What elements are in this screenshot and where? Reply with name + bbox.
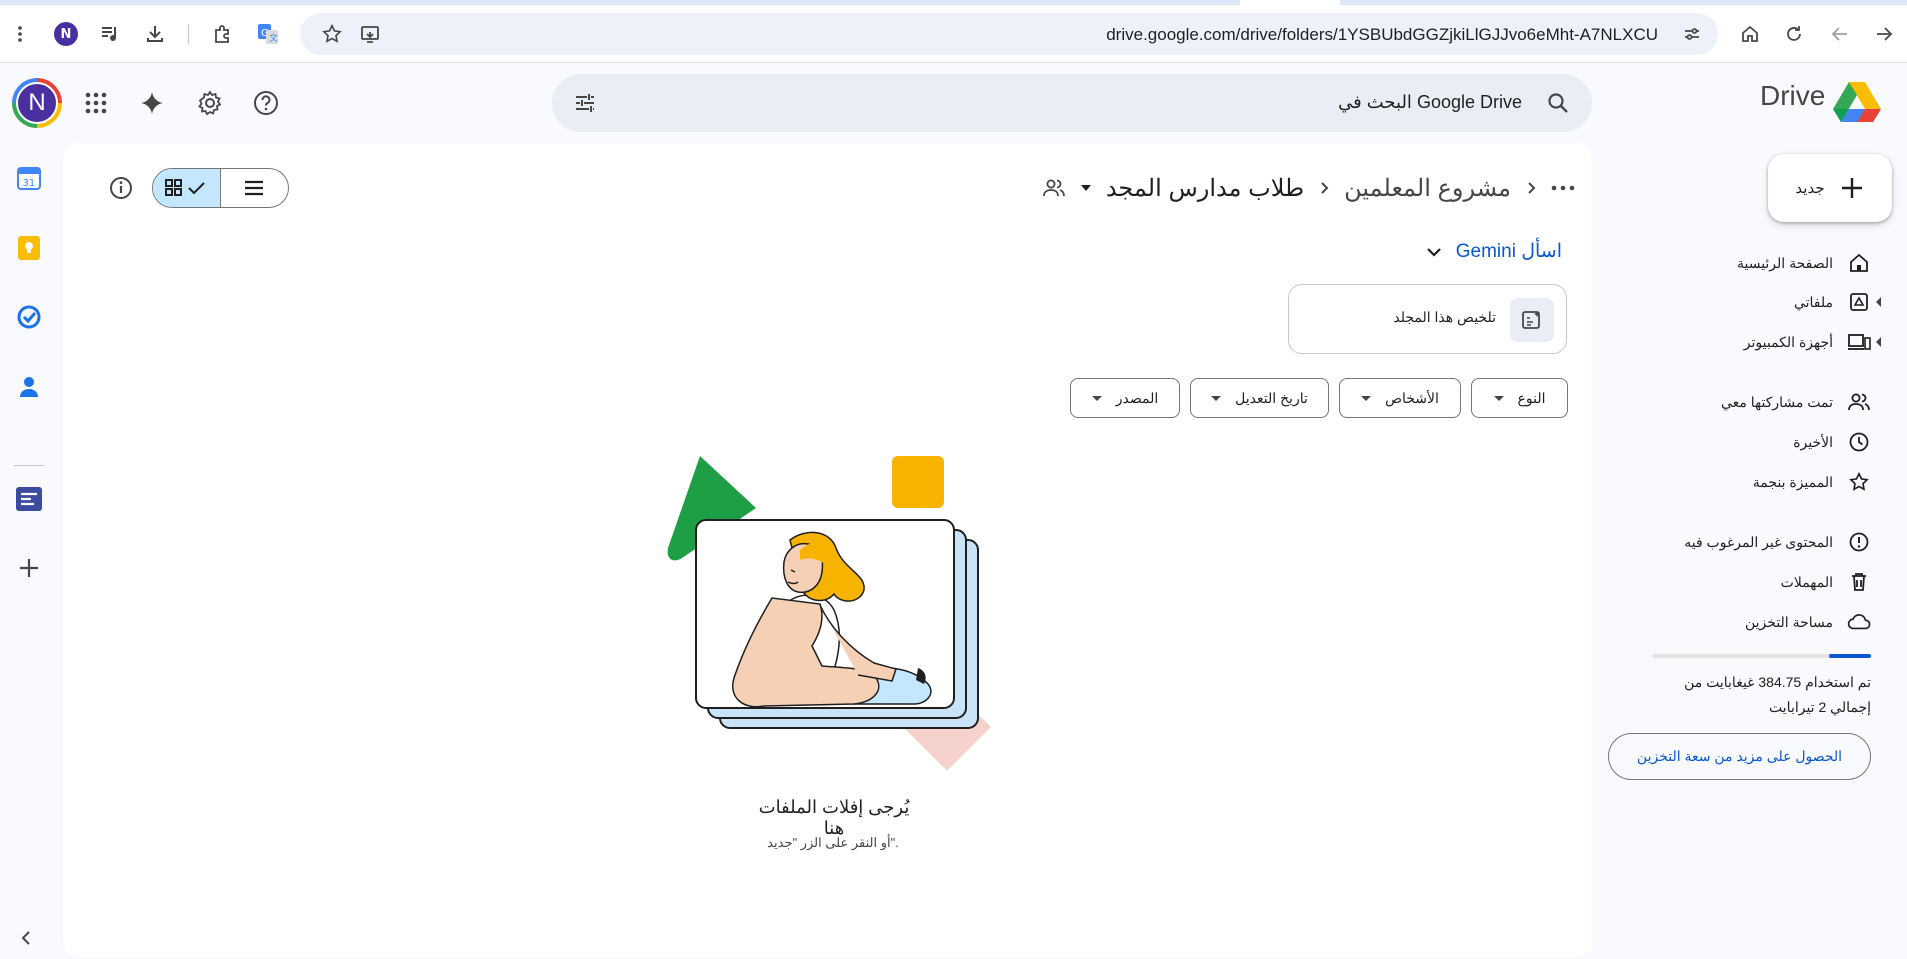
clock-icon [1847, 430, 1871, 454]
chevron-down-icon[interactable] [1426, 246, 1442, 258]
new-button[interactable]: جديد [1768, 154, 1892, 222]
forward-icon[interactable] [1826, 20, 1854, 48]
search-icon[interactable] [1546, 91, 1570, 115]
rail-divider [14, 465, 44, 466]
keep-app-icon[interactable] [14, 233, 44, 263]
active-tab[interactable] [1240, 0, 1340, 5]
spam-icon [1847, 530, 1871, 554]
help-icon[interactable] [250, 87, 282, 119]
caret-down-icon [1211, 395, 1222, 401]
address-bar[interactable]: drive.google.com/drive/folders/1YSBUbdGG… [300, 13, 1718, 55]
get-more-storage-button[interactable]: الحصول على مزيد من سعة التخزين [1608, 733, 1871, 780]
my-drive-icon [1847, 290, 1871, 314]
nav-starred[interactable]: المميزة بنجمة [1753, 466, 1871, 498]
gemini-sparkle-icon[interactable] [136, 87, 168, 119]
filter-modified-chip[interactable]: تاريخ التعديل [1190, 378, 1329, 418]
ask-gemini-link[interactable]: اسأل Gemini [1456, 240, 1562, 263]
view-toggle[interactable] [152, 168, 289, 208]
media-control-icon[interactable] [96, 20, 124, 48]
nav-storage[interactable]: مساحة التخزين [1745, 606, 1871, 638]
empty-folder-illustration [660, 450, 1010, 780]
plus-icon [1841, 178, 1862, 198]
browser-profile-avatar[interactable]: N [54, 22, 78, 46]
ask-gemini-row[interactable]: اسأل Gemini [1426, 240, 1562, 263]
home-browser-icon[interactable] [1736, 20, 1764, 48]
caret-down-icon [1361, 395, 1372, 401]
empty-state-title: يُرجى إفلات الملفات هنا [758, 797, 910, 838]
nav-spam[interactable]: المحتوى غير المرغوب فيه [1684, 526, 1871, 558]
downloads-icon[interactable] [141, 20, 169, 48]
chevron-separator-icon [1318, 181, 1330, 195]
shared-icon [1847, 390, 1871, 414]
cast-install-icon[interactable] [356, 20, 384, 48]
empty-state-subtitle: أو النقر على الزر "جديد". [767, 835, 899, 850]
summarize-label: تلخيص هذا المجلد [1393, 309, 1496, 325]
cloud-icon [1847, 610, 1871, 634]
extensions-icon[interactable] [209, 20, 237, 48]
account-avatar[interactable]: N [12, 78, 62, 128]
settings-gear-icon[interactable] [194, 87, 226, 119]
filter-type-chip[interactable]: النوع [1471, 378, 1568, 418]
nav-my-drive[interactable]: ملفاتي [1794, 286, 1871, 318]
current-folder-title[interactable]: طلاب مدارس المجد [1106, 174, 1304, 203]
tab-strip [0, 0, 1907, 5]
storage-usage-fill [1829, 654, 1871, 658]
nav-shared-with-me[interactable]: تمت مشاركتها معي [1721, 386, 1871, 418]
chevron-separator-icon [1525, 181, 1537, 195]
nav-home[interactable]: الصفحة الرئيسية [1737, 247, 1871, 279]
apps-grid-icon[interactable] [80, 87, 112, 119]
search-bar[interactable]: البحث في Google Drive [552, 74, 1592, 132]
nav-computers[interactable]: أجهزة الكمبيوتر [1744, 326, 1871, 358]
summarize-folder-card[interactable]: تلخيص هذا المجلد [1288, 284, 1567, 354]
tasks-app-icon[interactable] [14, 302, 44, 332]
nav-recent[interactable]: الأخيرة [1793, 426, 1871, 458]
contacts-app-icon[interactable] [14, 372, 44, 402]
caret-down-icon [1493, 395, 1504, 401]
browser-menu-icon[interactable] [6, 20, 34, 48]
svg-text:文: 文 [269, 32, 278, 44]
drive-logo-icon[interactable] [1833, 80, 1881, 122]
caret-down-icon [1091, 395, 1102, 401]
nav-trash[interactable]: المهملات [1781, 566, 1871, 598]
expand-my-drive-icon[interactable] [1876, 297, 1881, 307]
site-info-icon[interactable] [1678, 20, 1706, 48]
trash-icon [1847, 570, 1871, 594]
summarize-icon [1510, 298, 1554, 342]
back-icon[interactable] [1870, 20, 1898, 48]
storage-usage-text: تم استخدام 384.75 غيغابايت من إجمالي 2 ت… [1684, 674, 1871, 715]
details-info-icon[interactable] [107, 174, 135, 202]
storage-usage-bar [1652, 654, 1871, 658]
filter-people-chip[interactable]: الأشخاص [1339, 378, 1461, 418]
filter-source-chip[interactable]: المصدر [1070, 378, 1180, 418]
search-options-icon[interactable] [573, 91, 597, 115]
more-folders-icon[interactable] [1551, 184, 1575, 192]
breadcrumb-parent[interactable]: مشروع المعلمين [1344, 174, 1511, 203]
expand-computers-icon[interactable] [1876, 337, 1881, 347]
calendar-app-icon[interactable]: 31 [14, 163, 44, 193]
toolbar-separator [188, 24, 189, 44]
forms-app-icon[interactable] [14, 484, 44, 514]
translate-extension-icon[interactable]: G文 [254, 20, 282, 48]
computers-icon [1847, 330, 1871, 354]
reload-icon[interactable] [1780, 20, 1808, 48]
bookmark-star-icon[interactable] [318, 20, 346, 48]
svg-text:31: 31 [23, 178, 36, 189]
star-icon [1847, 470, 1871, 494]
grid-view-button[interactable] [153, 169, 221, 207]
shared-folder-icon[interactable] [1042, 177, 1066, 199]
list-view-button[interactable] [221, 169, 289, 207]
url-text[interactable]: drive.google.com/drive/folders/1YSBUbdGG… [1106, 25, 1658, 45]
breadcrumb: مشروع المعلمين طلاب مدارس المجد [1042, 168, 1575, 208]
add-app-icon[interactable] [14, 553, 44, 583]
browser-toolbar: N G文 drive.google.com/drive/folders/1YSB… [0, 0, 1907, 63]
collapse-panel-icon[interactable] [18, 930, 34, 946]
folder-menu-dropdown-icon[interactable] [1080, 184, 1092, 192]
home-icon [1847, 251, 1871, 275]
search-input[interactable]: البحث في Google Drive [1338, 92, 1522, 113]
product-name[interactable]: Drive [1760, 80, 1825, 112]
